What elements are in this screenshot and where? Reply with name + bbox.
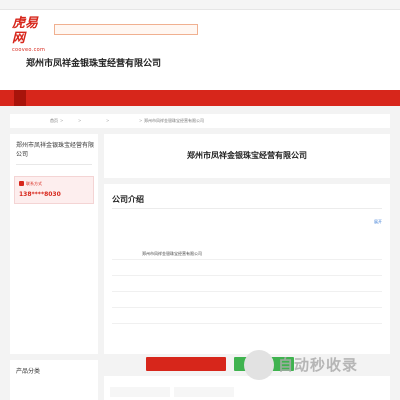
info-row xyxy=(112,280,382,292)
main-company-header: 郑州市凤祥金银珠宝经营有限公司 xyxy=(104,134,390,178)
site-header: 虎易网 cooveo.com 郑州市凤祥金银珠宝经营有限公司 xyxy=(0,10,400,90)
intro-title: 公司介绍 xyxy=(112,195,144,204)
sidebar-divider xyxy=(16,164,92,165)
breadcrumb-home[interactable]: 首页 xyxy=(50,118,58,124)
logo-domain: cooveo.com xyxy=(12,47,46,53)
sidebar-company-name: 郑州市凤祥金银珠宝经营有限公司 xyxy=(16,142,95,158)
main-company-title: 郑州市凤祥金银珠宝经营有限公司 xyxy=(187,151,307,160)
product-category-title: 产品分类 xyxy=(16,368,41,375)
intro-divider xyxy=(112,208,382,209)
info-value: 郑州市凤祥金银珠宝经营有限公司 xyxy=(142,251,202,256)
breadcrumb-separator: > xyxy=(78,118,82,123)
contact-button[interactable] xyxy=(146,357,226,371)
breadcrumb: 首页 > > > > 郑州市凤祥金银珠宝经营有限公司 xyxy=(10,114,390,128)
breadcrumb-separator: > xyxy=(60,118,64,123)
info-row xyxy=(112,312,382,324)
contact-label: 联系方式 xyxy=(26,181,42,186)
breadcrumb-current: 郑州市凤祥金银珠宝经营有限公司 xyxy=(144,118,204,123)
site-logo[interactable]: 虎易网 cooveo.com xyxy=(12,16,50,53)
info-row xyxy=(112,264,382,276)
contact-card: 联系方式 138****8030 xyxy=(14,176,94,204)
logo-text: 虎易网 xyxy=(12,16,39,46)
watermark-overlay: 自动秒收录 xyxy=(244,344,392,398)
company-heading: 郑州市凤祥金银珠宝经营有限公司 xyxy=(26,59,162,69)
stat-cell xyxy=(110,387,170,397)
top-strip xyxy=(0,0,400,10)
contact-phone[interactable]: 138****8030 xyxy=(19,191,61,198)
product-category-panel: 产品分类 xyxy=(10,354,98,400)
watermark-text: 自动秒收录 xyxy=(278,356,359,374)
company-intro-panel: 公司介绍 展开 郑州市凤祥金银珠宝经营有限公司 xyxy=(104,184,390,354)
phone-icon xyxy=(19,181,24,186)
expand-link[interactable]: 展开 xyxy=(374,219,382,225)
info-row xyxy=(112,296,382,308)
main-nav xyxy=(0,90,400,106)
breadcrumb-separator: > xyxy=(106,118,110,123)
info-row: 郑州市凤祥金银珠宝经营有限公司 xyxy=(112,248,382,260)
nav-home-tab[interactable] xyxy=(14,90,26,106)
company-sidebar: 郑州市凤祥金银珠宝经营有限公司 联系方式 138****8030 xyxy=(10,134,98,354)
header-ad-box[interactable] xyxy=(54,24,198,35)
stat-cell xyxy=(174,387,234,397)
breadcrumb-separator: > xyxy=(139,118,143,123)
watermark-logo-icon xyxy=(244,350,274,380)
